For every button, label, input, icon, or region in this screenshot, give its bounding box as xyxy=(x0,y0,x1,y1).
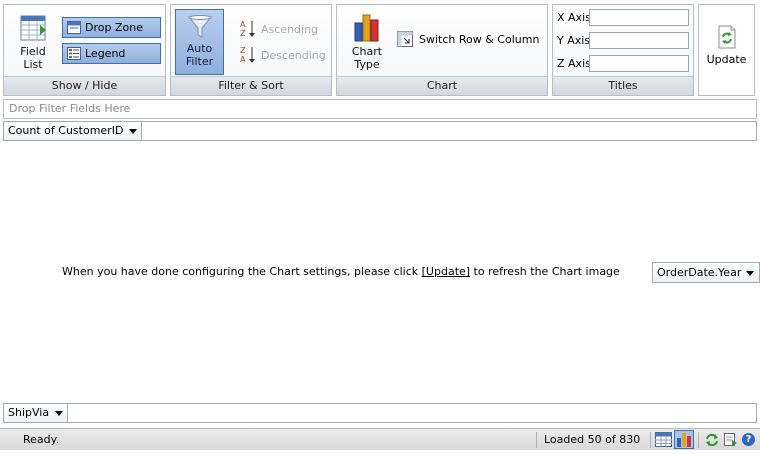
chart-message-tail: to refresh the Chart image xyxy=(470,265,620,278)
group-chart: Chart Type Switch Row & Column Chart xyxy=(336,4,548,96)
status-divider xyxy=(698,432,699,448)
ribbon: Field List Drop Zone Legend Show / Hide … xyxy=(0,0,760,98)
update-button[interactable]: Update xyxy=(698,4,755,96)
group-titles: X Axis Y Axis Z Axis Titles xyxy=(552,4,694,96)
legend-label: Legend xyxy=(85,47,126,60)
switch-row-column-button[interactable]: Switch Row & Column xyxy=(397,31,540,47)
group-label-show-hide: Show / Hide xyxy=(4,76,165,95)
group-label-filter-sort: Filter & Sort xyxy=(171,76,331,95)
ascending-label: Ascending xyxy=(261,23,319,36)
chart-message-text: When you have done configuring the Chart… xyxy=(62,265,422,278)
drop-zone-toggle[interactable]: Drop Zone xyxy=(62,17,161,38)
svg-text:Z: Z xyxy=(240,29,246,38)
status-divider xyxy=(650,432,651,448)
z-axis-input[interactable] xyxy=(589,55,689,72)
sort-descending-icon: Z A xyxy=(240,46,255,64)
group-label-titles: Titles xyxy=(553,76,693,95)
legend-toggle[interactable]: Legend xyxy=(62,43,161,64)
category-field-chip[interactable]: ShipVia xyxy=(4,404,69,422)
export-icon[interactable] xyxy=(723,432,738,447)
chart-area: When you have done configuring the Chart… xyxy=(3,142,760,403)
data-field-label: Count of CustomerID xyxy=(8,124,124,137)
x-axis-label: X Axis xyxy=(557,11,591,24)
series-field-chip[interactable]: OrderDate.Year xyxy=(652,262,760,283)
bar-chart-icon xyxy=(354,14,379,42)
chevron-down-icon xyxy=(55,411,64,416)
auto-filter-label-1: Auto xyxy=(186,42,213,55)
group-show-hide: Field List Drop Zone Legend Show / Hide xyxy=(3,4,166,96)
data-field-chip[interactable]: Count of CustomerID xyxy=(4,122,143,140)
descending-label: Descending xyxy=(261,49,326,62)
drop-zone-icon xyxy=(67,21,81,34)
drop-zone-label: Drop Zone xyxy=(85,21,143,34)
category-field-label: ShipVia xyxy=(8,406,50,419)
status-text: Ready. xyxy=(23,433,60,446)
chart-view-icon[interactable] xyxy=(674,430,694,449)
chart-type-button[interactable]: Chart Type xyxy=(345,11,389,71)
descending-button[interactable]: Z A Descending xyxy=(239,46,326,64)
legend-icon xyxy=(67,47,81,60)
ascending-button[interactable]: A Z Ascending xyxy=(239,20,319,38)
update-button-content: Update xyxy=(699,25,754,66)
update-label: Update xyxy=(706,53,747,66)
chevron-down-icon xyxy=(129,129,138,134)
switch-row-column-label: Switch Row & Column xyxy=(419,33,540,46)
chart-type-label-2: Type xyxy=(354,58,380,71)
funnel-icon xyxy=(187,15,212,38)
sort-ascending-icon: A Z xyxy=(240,20,255,38)
status-bar: Ready. Loaded 50 of 830 ? xyxy=(0,428,760,450)
x-axis-input[interactable] xyxy=(589,9,689,26)
field-list-label-2: List xyxy=(23,58,43,71)
svg-text:A: A xyxy=(240,20,246,29)
grid-view-icon[interactable] xyxy=(655,432,672,447)
field-list-label-1: Field xyxy=(20,45,46,58)
series-field-label: OrderDate.Year xyxy=(657,266,742,279)
refresh-icon xyxy=(718,25,735,49)
loaded-count: Loaded 50 of 830 xyxy=(544,433,641,446)
switch-row-column-icon xyxy=(397,31,413,47)
svg-text:A: A xyxy=(240,55,246,64)
filter-drop-placeholder: Drop Filter Fields Here xyxy=(9,102,131,115)
field-list-button[interactable]: Field List xyxy=(12,13,54,71)
help-icon[interactable]: ? xyxy=(742,433,755,446)
field-list-icon xyxy=(20,15,46,41)
filter-drop-zone[interactable]: Drop Filter Fields Here xyxy=(3,99,757,119)
refresh-icon[interactable] xyxy=(705,433,719,447)
update-link[interactable]: [Update] xyxy=(422,265,470,278)
auto-filter-label-2: Filter xyxy=(185,55,214,68)
chevron-down-icon xyxy=(746,271,755,276)
svg-text:Z: Z xyxy=(240,46,246,55)
y-axis-label: Y Axis xyxy=(557,34,591,47)
status-divider xyxy=(536,432,537,448)
data-field-zone: Count of CustomerID xyxy=(3,121,757,141)
group-label-chart: Chart xyxy=(337,76,547,95)
y-axis-input[interactable] xyxy=(589,32,689,49)
group-filter-sort: Auto Filter A Z Ascending Z A Descending… xyxy=(170,4,332,96)
auto-filter-button[interactable]: Auto Filter xyxy=(175,9,224,75)
category-field-zone: ShipVia xyxy=(3,403,757,423)
z-axis-label: Z Axis xyxy=(557,57,591,70)
chart-message: When you have done configuring the Chart… xyxy=(62,265,620,278)
chart-type-label-1: Chart xyxy=(351,45,383,58)
